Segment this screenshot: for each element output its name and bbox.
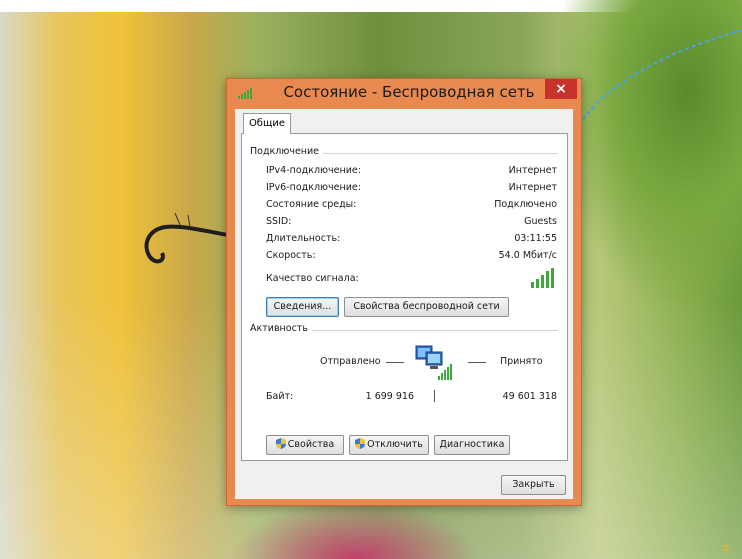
uac-shield-icon <box>355 438 366 449</box>
received-line <box>468 362 486 363</box>
uac-shield-icon <box>275 438 286 449</box>
received-label: Принято <box>500 356 543 367</box>
properties-button[interactable]: Свойства <box>266 435 344 455</box>
close-button[interactable]: Закрыть <box>501 475 566 495</box>
signal-bars-icon <box>531 268 554 288</box>
speed-value: 54.0 Мбит/с <box>498 250 557 261</box>
diagnostics-button[interactable]: Диагностика <box>434 435 510 455</box>
network-status-dialog: Состояние - Беспроводная сеть × Общие По… <box>226 78 582 506</box>
dialog-client-area: Общие Подключение IPv4-подключение: Инте… <box>235 109 573 499</box>
activity-group-label: Активность <box>250 323 312 334</box>
bytes-sent-value: 1 699 916 <box>365 391 414 402</box>
disable-button[interactable]: Отключить <box>349 435 429 455</box>
ipv4-value: Интернет <box>508 165 557 176</box>
signal-quality-label: Качество сигнала: <box>266 273 359 284</box>
tab-general[interactable]: Общие <box>243 113 291 134</box>
ipv6-value: Интернет <box>508 182 557 193</box>
speed-label: Скорость: <box>266 250 316 261</box>
media-state-label: Состояние среды: <box>266 199 357 210</box>
ipv4-label: IPv4-подключение: <box>266 165 361 176</box>
wallpaper-leaf <box>560 0 742 300</box>
ipv6-label: IPv6-подключение: <box>266 182 361 193</box>
tab-panel-general: Подключение IPv4-подключение: Интернет I… <box>241 133 568 461</box>
media-state-value: Подключено <box>494 199 557 210</box>
duration-value: 03:11:55 <box>514 233 557 244</box>
disable-button-label: Отключить <box>367 439 423 450</box>
bytes-label: Байт: <box>266 391 294 402</box>
duration-label: Длительность: <box>266 233 341 244</box>
window-title: Состояние - Беспроводная сеть <box>283 83 535 101</box>
bytes-divider <box>434 390 435 402</box>
watermark-logo: ✿ <box>722 544 730 554</box>
details-button[interactable]: Сведения... <box>266 297 339 317</box>
sent-label: Отправлено <box>320 356 381 367</box>
properties-button-label: Свойства <box>287 439 335 450</box>
bytes-received-value: 49 601 318 <box>502 391 557 402</box>
wallpaper-tendril <box>144 212 229 264</box>
wallpaper-flower <box>230 500 480 559</box>
connection-group-label: Подключение <box>250 146 324 157</box>
wireless-properties-button[interactable]: Свойства беспроводной сети <box>344 297 509 317</box>
sent-line <box>386 362 404 363</box>
ssid-value: Guests <box>524 216 557 227</box>
network-computer-icon <box>415 345 452 380</box>
title-bar[interactable]: Состояние - Беспроводная сеть × <box>227 79 581 107</box>
close-window-button[interactable]: × <box>545 79 577 99</box>
ssid-label: SSID: <box>266 216 292 227</box>
